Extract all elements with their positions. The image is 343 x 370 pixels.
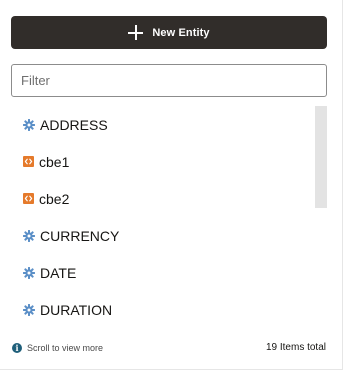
gear-icon xyxy=(23,118,35,131)
list-scrollbar[interactable] xyxy=(315,106,327,208)
list-item-label: cbe2 xyxy=(39,190,70,207)
gear-icon xyxy=(23,266,35,279)
new-entity-button[interactable]: New Entity xyxy=(11,16,327,49)
entities-panel: New Entity ADDRESS cb xyxy=(0,0,343,370)
scroll-hint-row: i Scroll to view more xyxy=(12,343,103,353)
filter-input[interactable] xyxy=(11,64,327,97)
list-item-label: DATE xyxy=(40,264,77,281)
gear-icon xyxy=(23,303,35,316)
list-item-label: CURRENCY xyxy=(40,227,120,244)
composite-bag-icon xyxy=(23,193,34,204)
entity-list: ADDRESS cbe1 cbe2 CURRENCY DATE DURATION xyxy=(11,106,327,328)
info-icon: i xyxy=(12,343,22,353)
list-item-currency[interactable]: CURRENCY xyxy=(11,217,311,254)
list-item-label: DURATION xyxy=(40,301,113,318)
list-item-cbe2[interactable]: cbe2 xyxy=(11,180,311,217)
items-total-count: 19 Items total xyxy=(265,342,326,353)
list-item-cbe1[interactable]: cbe1 xyxy=(11,143,311,180)
gear-icon xyxy=(23,229,35,242)
list-item-address[interactable]: ADDRESS xyxy=(11,106,311,143)
list-item-label: ADDRESS xyxy=(40,116,108,133)
composite-bag-icon xyxy=(23,156,34,167)
list-item-date[interactable]: DATE xyxy=(11,254,311,291)
list-item-duration[interactable]: DURATION xyxy=(11,291,311,328)
new-entity-label: New Entity xyxy=(152,26,210,39)
plus-icon xyxy=(128,25,144,40)
list-item-label: cbe1 xyxy=(39,153,70,170)
scroll-hint-text: Scroll to view more xyxy=(27,343,104,353)
